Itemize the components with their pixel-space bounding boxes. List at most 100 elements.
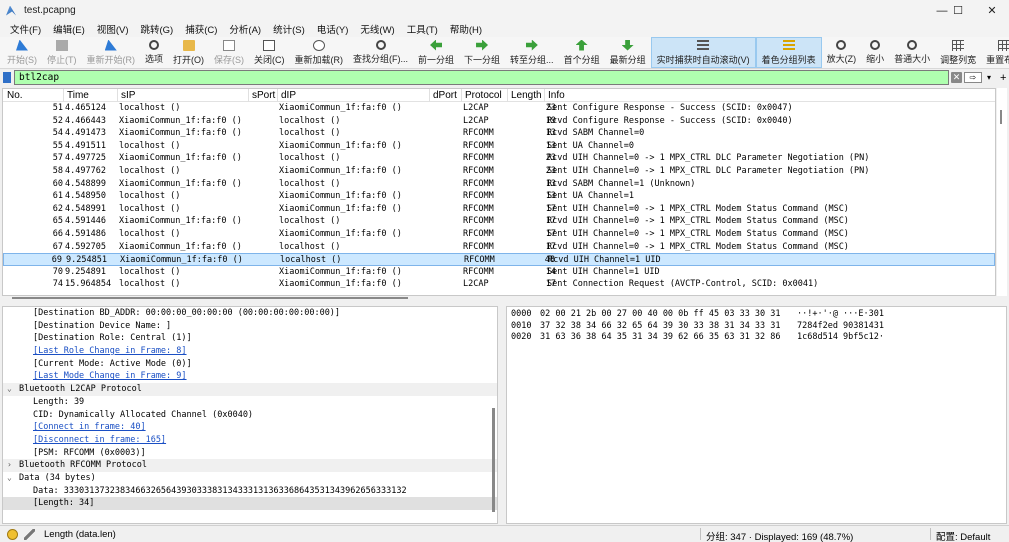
expand-arrow-icon[interactable]: ⌄ [7,472,12,485]
detail-tree-item[interactable]: [PSM: RFCOMM (0x0003)] [3,447,497,460]
column-divider[interactable] [544,89,545,102]
column-header[interactable]: No. [7,90,23,101]
detail-tree-item[interactable]: [Connect in frame: 40] [3,421,497,434]
toolbar-button[interactable]: 下一分组 [459,37,505,68]
packet-row[interactable]: 66 4.591486 localhost () XiaomiCommun_1f:fa… [3,228,995,241]
toolbar-button[interactable]: 调整列宽 [935,37,981,68]
menu-item[interactable]: 统计(S) [267,22,311,36]
bytes-row[interactable]: 0010 37 32 38 34 66 32 65 64 39 30 33 38 … [507,321,1006,333]
toolbar-button[interactable]: 实时捕获时自动滚动(V) [650,37,756,68]
detail-tree-item[interactable]: [Length: 34] [3,497,497,510]
toolbar-button[interactable]: 保存(S) [209,37,249,68]
maximize-button[interactable]: ☐ [941,0,975,21]
column-header[interactable]: dPort [433,90,457,101]
column-divider[interactable] [63,89,64,102]
details-scrollbar-thumb[interactable] [492,408,495,512]
packet-list-horizontal-scrollbar[interactable] [2,296,996,301]
expand-arrow-icon[interactable]: ⌄ [7,383,12,396]
toolbar-button[interactable]: 普通大小 [889,37,935,68]
packet-row[interactable]: 58 4.497762 localhost () XiaomiCommun_1f:fa… [3,165,995,178]
packet-row[interactable]: 51 4.465124 localhost () XiaomiCommun_1f:fa… [3,102,995,115]
detail-tree-item[interactable]: [Destination BD_ADDR: 00:00:00_00:00:00 … [3,307,497,320]
toolbar-button[interactable]: 着色分组列表 [755,37,822,68]
packet-row[interactable]: 55 4.491511 localhost () XiaomiCommun_1f:fa… [3,140,995,153]
toolbar-button[interactable]: 重新开始(R) [82,37,141,68]
column-header[interactable]: Protocol [465,90,502,101]
edit-comment-icon[interactable] [24,529,35,540]
bookmark-icon[interactable] [3,72,11,83]
toolbar-button[interactable]: 放大(Z) [822,37,862,68]
menu-item[interactable]: 分析(A) [223,22,267,36]
column-header[interactable]: Time [67,90,89,101]
packet-row[interactable]: 69 9.254851 XiaomiCommun_1f:fa:f0 () localh… [3,253,995,266]
toolbar-button[interactable]: 最新分组 [605,37,651,68]
packet-row[interactable]: 65 4.591446 XiaomiCommun_1f:fa:f0 () localh… [3,215,995,228]
toolbar-button[interactable]: 重新加载(R) [290,37,349,68]
bytes-row[interactable]: 0000 02 00 21 2b 00 27 00 40 00 0b ff 45 … [507,309,1006,321]
clear-filter-icon[interactable]: ✕ [951,72,962,83]
menu-item[interactable]: 无线(W) [354,22,400,36]
detail-tree-item[interactable]: ⌄ Bluetooth L2CAP Protocol [3,383,497,396]
column-divider[interactable] [248,89,249,102]
detail-tree-item[interactable]: [Destination Role: Central (1)] [3,332,497,345]
close-window-button[interactable]: ✕ [975,0,1009,21]
toolbar-button[interactable]: 关闭(C) [249,37,290,68]
toolbar-button[interactable]: 打开(O) [168,37,209,68]
packet-row[interactable]: 74 15.964854 localhost () XiaomiCommun_1f:f… [3,278,995,291]
toolbar-button[interactable]: 查找分组(F)... [348,37,413,68]
toolbar-button[interactable]: 停止(T) [42,37,82,68]
display-filter-input[interactable]: btl2cap [14,70,949,85]
toolbar-button[interactable]: 首个分组 [559,37,605,68]
packet-row[interactable]: 52 4.466443 XiaomiCommun_1f:fa:f0 () localh… [3,115,995,128]
detail-tree-item[interactable]: [Destination Device Name: ] [3,320,497,333]
toolbar-button[interactable]: 缩小 [861,37,889,68]
column-header[interactable]: sPort [252,90,275,101]
packet-row[interactable]: 60 4.548899 XiaomiCommun_1f:fa:f0 () localh… [3,178,995,191]
detail-tree-item[interactable]: › Bluetooth RFCOMM Protocol [3,459,497,472]
collapse-arrow-icon[interactable]: › [7,459,12,472]
column-divider[interactable] [277,89,278,102]
packet-bytes-pane[interactable]: 0000 02 00 21 2b 00 27 00 40 00 0b ff 45 … [506,306,1007,524]
packet-list-vertical-scrollbar[interactable] [997,88,1007,296]
detail-tree-item[interactable]: [Disconnect in frame: 165] [3,434,497,447]
packet-row[interactable]: 67 4.592705 XiaomiCommun_1f:fa:f0 () localh… [3,241,995,254]
menu-item[interactable]: 编辑(E) [47,22,91,36]
menu-item[interactable]: 帮助(H) [444,22,488,36]
column-header[interactable]: sIP [121,90,135,101]
menu-item[interactable]: 文件(F) [4,22,47,36]
packet-row[interactable]: 70 9.254891 localhost () XiaomiCommun_1f:fa… [3,266,995,279]
bytes-row[interactable]: 0020 31 63 36 38 64 35 31 34 39 62 66 35 … [507,332,1006,344]
profile-status[interactable]: 配置: Default [936,529,990,542]
menu-item[interactable]: 电话(Y) [311,22,355,36]
toolbar-button[interactable]: 选项 [140,37,168,68]
frame-link[interactable]: [Disconnect in frame: 165] [33,434,166,447]
frame-link[interactable]: [Connect in frame: 40] [33,421,146,434]
frame-link[interactable]: [Last Role Change in Frame: 8] [33,345,187,358]
filter-history-dropdown-icon[interactable]: ▾ [984,72,994,83]
menu-item[interactable]: 跳转(G) [134,22,179,36]
packet-row[interactable]: 57 4.497725 XiaomiCommun_1f:fa:f0 () localh… [3,152,995,165]
column-header[interactable]: Length [511,90,542,101]
menu-item[interactable]: 捕获(C) [179,22,223,36]
detail-tree-item[interactable]: ⌄ Data (34 bytes) [3,472,497,485]
column-divider[interactable] [117,89,118,102]
packet-list[interactable]: No. Time sIP sPort dIP dPort Protocol Length Inf… [2,88,996,296]
packet-details-tree[interactable]: [Destination BD_ADDR: 00:00:00_00:00:00 … [2,306,498,524]
column-header[interactable]: dIP [281,90,296,101]
detail-tree-item[interactable]: Length: 39 [3,396,497,409]
toolbar-button[interactable]: 开始(S) [2,37,42,68]
packet-row[interactable]: 62 4.548991 localhost () XiaomiCommun_1f:fa… [3,203,995,216]
toolbar-button[interactable]: 重置布局 [981,37,1009,68]
frame-link[interactable]: [Last Mode Change in Frame: 9] [33,370,187,383]
detail-tree-item[interactable]: [Current Mode: Active Mode (0)] [3,358,497,371]
scrollbar-thumb[interactable] [1000,110,1002,124]
scrollbar-thumb[interactable] [12,297,408,299]
expert-info-icon[interactable] [7,529,18,540]
toolbar-button[interactable]: 转至分组... [505,37,559,68]
column-divider[interactable] [507,89,508,102]
add-filter-button-icon[interactable]: + [1000,72,1006,84]
menu-item[interactable]: 工具(T) [401,22,444,36]
column-divider[interactable] [429,89,430,102]
packet-row[interactable]: 61 4.548950 localhost () XiaomiCommun_1f:fa… [3,190,995,203]
column-header[interactable]: Info [548,90,565,101]
